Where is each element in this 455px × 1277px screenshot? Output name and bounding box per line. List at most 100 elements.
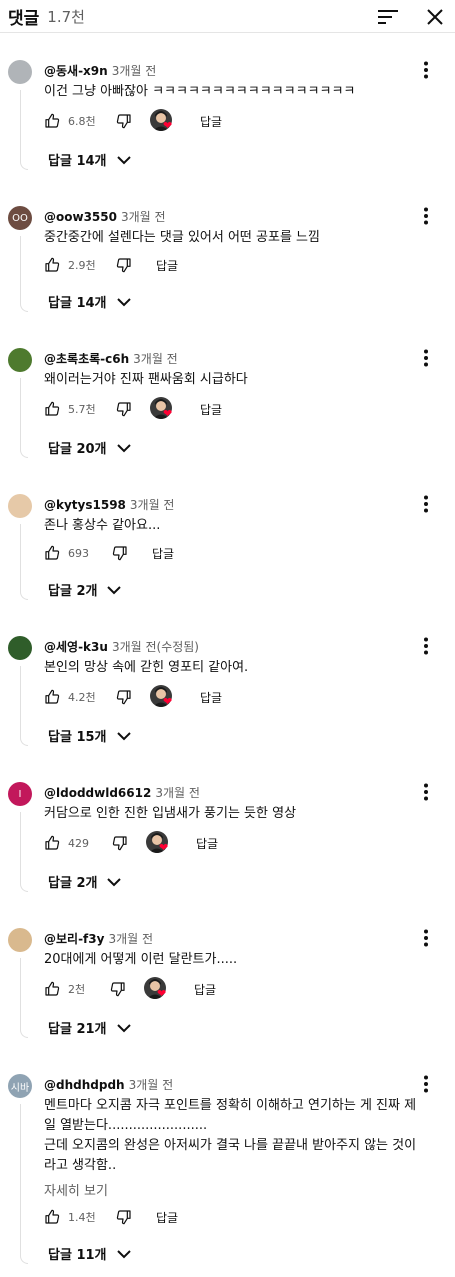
view-replies-button[interactable]: 답글 14개 bbox=[48, 150, 131, 169]
comment-actions: 6.8천 ❤ 답글 bbox=[44, 109, 222, 133]
avatar[interactable]: I bbox=[8, 782, 32, 806]
comment-text: 멘트마다 오지콤 자극 포인트를 정확히 이해하고 연기하는 게 진짜 제일 열… bbox=[44, 1098, 417, 1173]
like-count: 429 bbox=[68, 836, 89, 850]
reply-button[interactable]: 답글 bbox=[200, 401, 222, 418]
comment-author[interactable]: @ldoddwld6612 bbox=[44, 786, 151, 800]
avatar[interactable] bbox=[8, 928, 32, 952]
sort-button[interactable] bbox=[375, 4, 401, 30]
comment-meta: @oow3550 3개월 전 bbox=[44, 208, 166, 225]
comment-menu-button[interactable] bbox=[416, 634, 436, 658]
comment-author[interactable]: @세영-k3u bbox=[44, 640, 108, 654]
chevron-down-icon bbox=[116, 731, 131, 740]
view-replies-button[interactable]: 답글 2개 bbox=[48, 580, 122, 599]
more-vert-icon bbox=[424, 1075, 428, 1093]
view-replies-button[interactable]: 답글 14개 bbox=[48, 292, 131, 311]
comment-actions: 5.7천 ❤ 답글 bbox=[44, 397, 222, 421]
comment-author[interactable]: @동새-x9n bbox=[44, 64, 108, 78]
comment-author[interactable]: @초록초록-c6h bbox=[44, 352, 129, 366]
dislike-button[interactable] bbox=[116, 112, 134, 130]
reply-button[interactable]: 답글 bbox=[194, 981, 216, 998]
replies-chevron bbox=[116, 1021, 131, 1035]
comment-time: 3개월 전 bbox=[128, 1078, 174, 1092]
comment: @kytys1598 3개월 전존나 홍상수 같아요... 693 답글답글 2개 bbox=[0, 494, 455, 610]
like-count: 2.9천 bbox=[68, 259, 96, 272]
like-button[interactable] bbox=[44, 834, 62, 852]
replies-label: 답글 20개 bbox=[48, 442, 107, 457]
comment-meta: @동새-x9n 3개월 전 bbox=[44, 62, 156, 79]
like-button[interactable] bbox=[44, 112, 62, 130]
more-vert-icon bbox=[424, 207, 428, 225]
comment-author[interactable]: @보리-f3y bbox=[44, 932, 104, 946]
avatar[interactable] bbox=[8, 60, 32, 84]
heart-icon: ❤ bbox=[163, 119, 173, 132]
comments-header: 댓글 1.7천 bbox=[0, 0, 455, 33]
comment-meta: @kytys1598 3개월 전 bbox=[44, 496, 174, 513]
like-count: 693 bbox=[68, 546, 89, 560]
thumb-down-icon bbox=[116, 114, 131, 129]
comment-menu-button[interactable] bbox=[416, 204, 436, 228]
view-replies-button[interactable]: 답글 2개 bbox=[48, 872, 122, 891]
replies-label: 답글 2개 bbox=[48, 584, 98, 599]
avatar[interactable] bbox=[8, 348, 32, 372]
view-replies-button[interactable]: 답글 21개 bbox=[48, 1018, 131, 1037]
comment-time: 3개월 전 bbox=[129, 498, 175, 512]
comment-menu-button[interactable] bbox=[416, 346, 436, 370]
dislike-button[interactable] bbox=[116, 1208, 134, 1226]
read-more-link[interactable]: 자세히 보기 bbox=[44, 1180, 108, 1199]
comment-author[interactable]: @oow3550 bbox=[44, 210, 117, 224]
sort-icon bbox=[378, 10, 398, 24]
like-button[interactable] bbox=[44, 400, 62, 418]
dislike-button[interactable] bbox=[116, 688, 134, 706]
reply-button[interactable]: 답글 bbox=[200, 689, 222, 706]
more-vert-icon bbox=[424, 495, 428, 513]
comment-actions: 693 답글 bbox=[44, 541, 174, 565]
comment-author[interactable]: @dhdhdpdh bbox=[44, 1078, 125, 1092]
creator-heart-badge: ❤ bbox=[150, 685, 176, 709]
avatar[interactable] bbox=[8, 494, 32, 518]
dislike-button[interactable] bbox=[116, 256, 134, 274]
like-button[interactable] bbox=[44, 544, 62, 562]
like-button[interactable] bbox=[44, 980, 62, 998]
avatar[interactable]: OO bbox=[8, 206, 32, 230]
comment-text: 존나 홍상수 같아요... bbox=[44, 518, 161, 533]
chevron-down-icon bbox=[107, 877, 122, 886]
comment-meta: @초록초록-c6h 3개월 전 bbox=[44, 350, 178, 367]
comment-time: 3개월 전 bbox=[155, 786, 200, 800]
avatar[interactable]: 시바 bbox=[8, 1074, 32, 1098]
thumb-down-icon bbox=[116, 690, 131, 705]
reply-button[interactable]: 답글 bbox=[152, 545, 174, 562]
comment-actions: 2천 ❤ 답글 bbox=[44, 977, 216, 1001]
comment-menu-button[interactable] bbox=[416, 492, 436, 516]
like-button[interactable] bbox=[44, 256, 62, 274]
reply-button[interactable]: 답글 bbox=[196, 835, 218, 852]
dislike-button[interactable] bbox=[112, 834, 130, 852]
thread-connector bbox=[20, 378, 28, 458]
replies-chevron bbox=[116, 1247, 131, 1261]
dislike-button[interactable] bbox=[110, 980, 128, 998]
reply-button[interactable]: 답글 bbox=[156, 1209, 178, 1226]
reply-button[interactable]: 답글 bbox=[200, 113, 222, 130]
replies-chevron bbox=[116, 729, 131, 743]
close-icon bbox=[427, 9, 443, 25]
comment-menu-button[interactable] bbox=[416, 1072, 436, 1096]
dislike-button[interactable] bbox=[112, 544, 130, 562]
close-button[interactable] bbox=[422, 4, 448, 30]
like-button[interactable] bbox=[44, 688, 62, 706]
chevron-down-icon bbox=[116, 1023, 131, 1032]
avatar[interactable] bbox=[8, 636, 32, 660]
comment-menu-button[interactable] bbox=[416, 58, 436, 82]
view-replies-button[interactable]: 답글 11개 bbox=[48, 1244, 131, 1263]
heart-icon: ❤ bbox=[163, 407, 173, 420]
thread-connector bbox=[20, 90, 28, 170]
dislike-button[interactable] bbox=[116, 400, 134, 418]
view-replies-button[interactable]: 답글 20개 bbox=[48, 438, 131, 457]
comment-menu-button[interactable] bbox=[416, 926, 436, 950]
like-button[interactable] bbox=[44, 1208, 62, 1226]
comment-meta: @ldoddwld6612 3개월 전 bbox=[44, 784, 200, 801]
reply-button[interactable]: 답글 bbox=[156, 257, 178, 274]
replies-chevron bbox=[116, 295, 131, 309]
comment-time: 3개월 전 bbox=[120, 210, 166, 224]
view-replies-button[interactable]: 답글 15개 bbox=[48, 726, 131, 745]
comment-menu-button[interactable] bbox=[416, 780, 436, 804]
comment-author[interactable]: @kytys1598 bbox=[44, 498, 126, 512]
